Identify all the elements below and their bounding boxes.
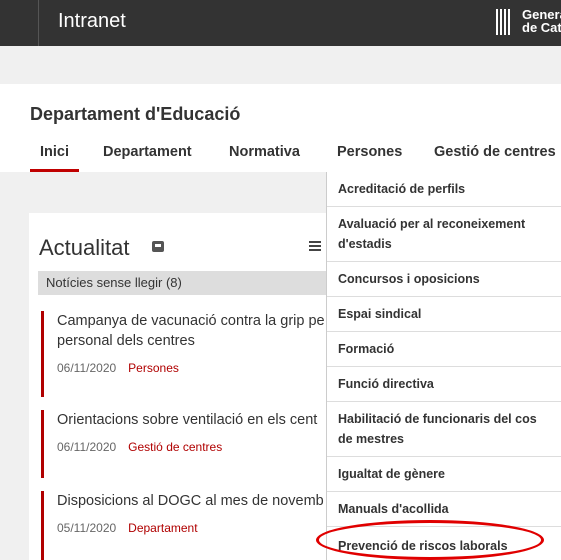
news-item-date: 06/11/2020 <box>57 361 117 375</box>
menu-item-funcio-directiva[interactable]: Funció directiva <box>327 367 561 402</box>
news-item-title-cont[interactable]: personal dels centres <box>57 331 327 351</box>
menu-item-acreditacio[interactable]: Acreditació de perfils <box>327 172 561 207</box>
news-card: Actualitat Notícies sense llegir (8) Cam… <box>29 213 329 560</box>
menu-item-formacio[interactable]: Formació <box>327 332 561 367</box>
news-item[interactable]: Disposicions al DOGC al mes de novemb 05… <box>41 491 327 560</box>
department-header: Departament d'Educació Inici Departament… <box>0 84 561 172</box>
menu-item-espai-sindical[interactable]: Espai sindical <box>327 297 561 332</box>
tab-departament[interactable]: Departament <box>103 144 192 160</box>
menu-item-igualtat[interactable]: Igualtat de gènere <box>327 457 561 492</box>
news-item-date: 06/11/2020 <box>57 440 117 454</box>
menu-item-avaluacio[interactable]: Avaluació per al reconeixement d'estadis <box>327 207 561 262</box>
news-item-date: 05/11/2020 <box>57 521 117 535</box>
highlight-ellipse <box>316 520 544 560</box>
top-bar: Intranet Genera de Cat <box>0 0 561 46</box>
news-item[interactable]: Campanya de vacunació contra la grip pe … <box>41 311 327 397</box>
persones-dropdown-menu: Acreditació de perfils Avaluació per al … <box>326 172 561 560</box>
topbar-divider <box>38 0 39 46</box>
tab-inici[interactable]: Inici <box>29 144 80 172</box>
menu-item-habilitacio[interactable]: Habilitació de funcionaris del cos de mes… <box>327 402 561 457</box>
news-title: Actualitat <box>39 235 130 260</box>
news-item[interactable]: Orientacions sobre ventilació en els cen… <box>41 410 327 478</box>
inbox-icon[interactable] <box>152 241 164 252</box>
department-title: Departament d'Educació <box>30 104 241 124</box>
news-item-category[interactable]: Departament <box>128 521 197 535</box>
generalitat-logo-icon[interactable] <box>496 9 516 35</box>
news-item-category[interactable]: Persones <box>128 361 179 375</box>
generalitat-logo-text[interactable]: Genera de Cat <box>522 8 561 34</box>
news-item-category[interactable]: Gestió de centres <box>128 440 222 454</box>
tab-gestio-de-centres[interactable]: Gestió de centres <box>434 144 556 160</box>
news-item-title[interactable]: Disposicions al DOGC al mes de novemb <box>57 491 327 511</box>
tab-normativa[interactable]: Normativa <box>229 144 300 160</box>
tab-persones[interactable]: Persones <box>337 144 402 160</box>
list-view-icon[interactable] <box>309 241 321 251</box>
news-item-title[interactable]: Orientacions sobre ventilació en els cen… <box>57 410 327 430</box>
news-item-title[interactable]: Campanya de vacunació contra la grip pe <box>57 311 327 331</box>
menu-item-concursos[interactable]: Concursos i oposicions <box>327 262 561 297</box>
intranet-title[interactable]: Intranet <box>58 10 126 33</box>
unread-news-bar[interactable]: Notícies sense llegir (8) <box>38 271 329 295</box>
